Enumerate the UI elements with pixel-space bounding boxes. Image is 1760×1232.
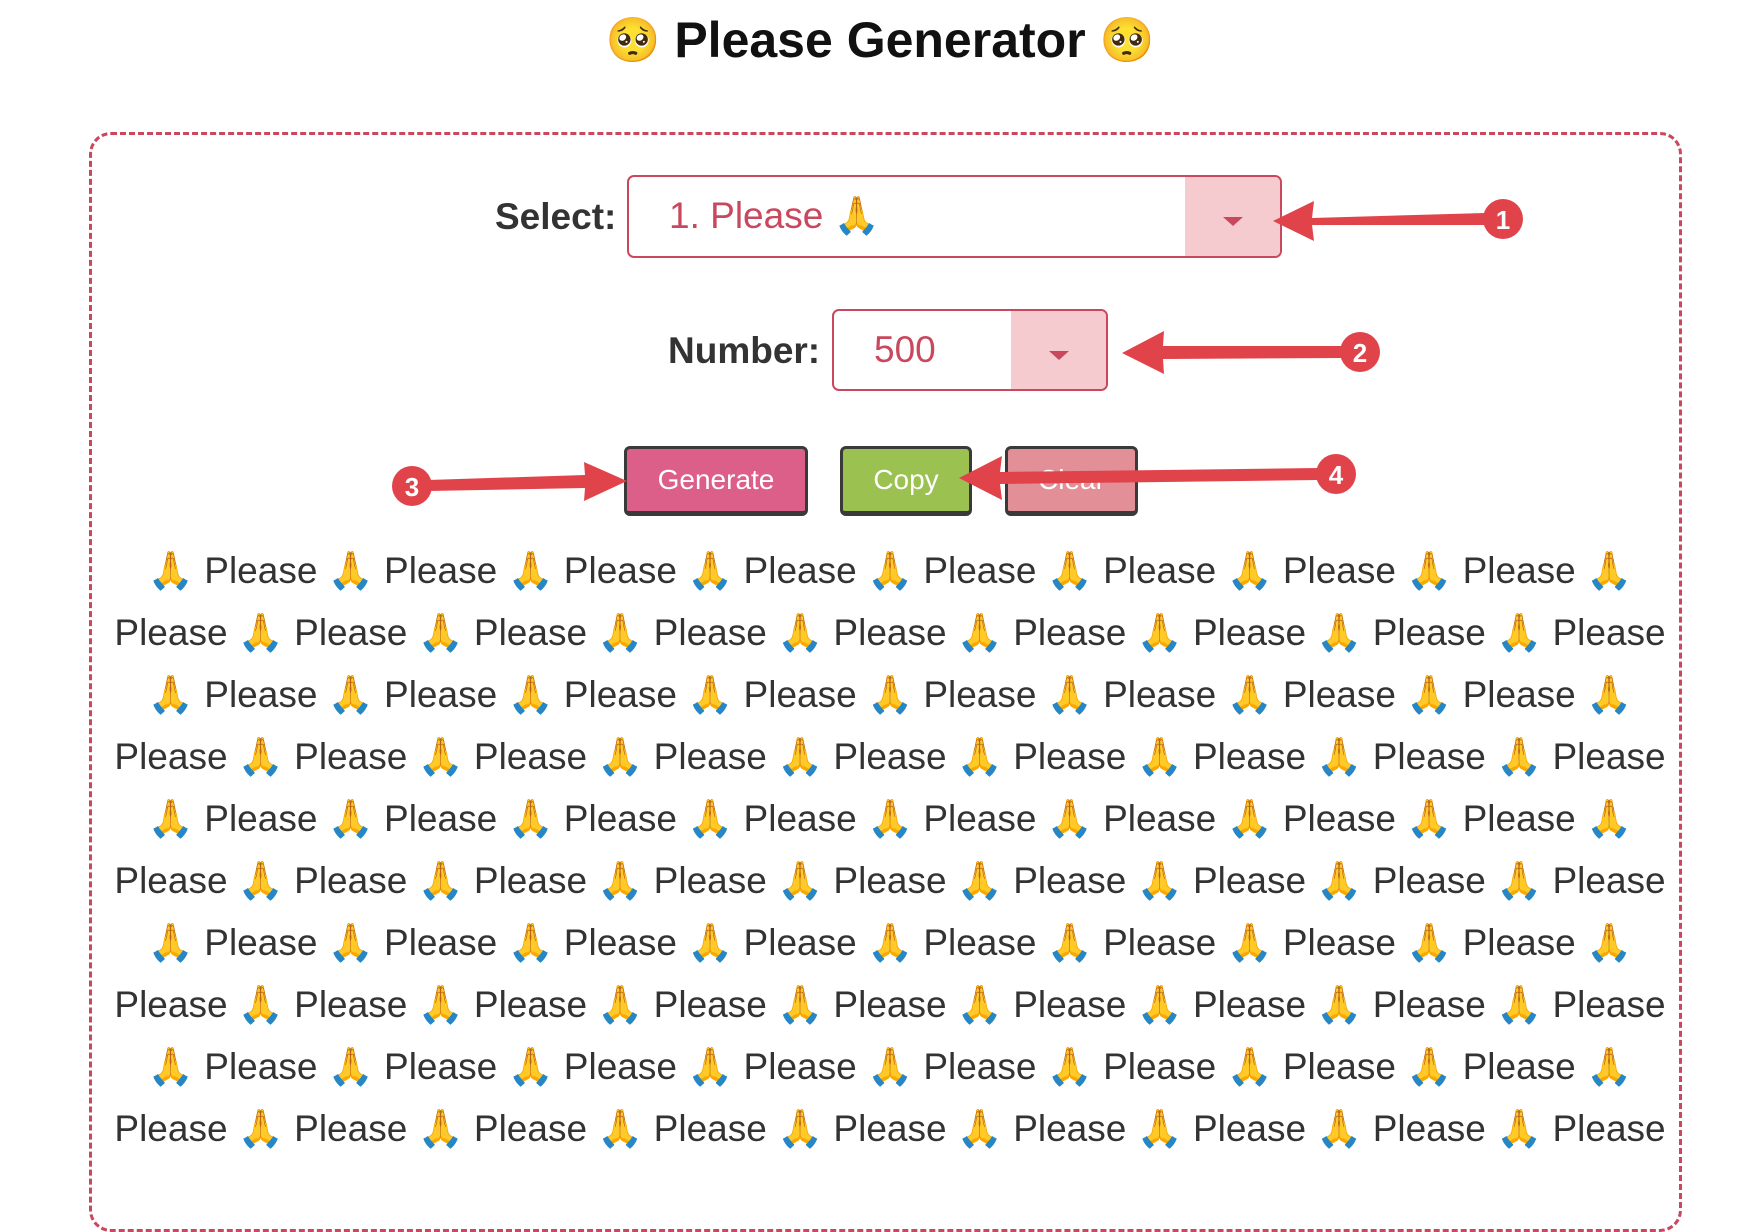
generated-output: 🙏 Please 🙏 Please 🙏 Please 🙏 Please 🙏 Pl…: [100, 540, 1680, 1160]
phrase-select-dropdown[interactable]: [1185, 177, 1280, 256]
select-label: Select:: [495, 196, 617, 237]
output-line: 🙏 Please 🙏 Please 🙏 Please 🙏 Please 🙏 Pl…: [147, 798, 1633, 839]
pleading-face-icon: 🥺: [1099, 16, 1155, 65]
generate-button[interactable]: Generate: [624, 446, 808, 516]
chevron-down-icon: [1048, 350, 1069, 360]
phrase-select-value: 1. Please 🙏: [669, 195, 880, 236]
clear-button[interactable]: Clear: [1005, 446, 1138, 516]
pleading-face-icon: 🥺: [605, 16, 661, 65]
phrase-select[interactable]: 1. Please 🙏: [627, 175, 1282, 258]
number-select-dropdown[interactable]: [1011, 311, 1106, 389]
output-line: 🙏 Please 🙏 Please 🙏 Please 🙏 Please 🙏 Pl…: [147, 922, 1633, 963]
number-select-value: 500: [874, 329, 936, 370]
output-line: Please 🙏 Please 🙏 Please 🙏 Please 🙏 Plea…: [114, 736, 1666, 777]
number-select[interactable]: 500: [832, 309, 1108, 391]
output-line: Please 🙏 Please 🙏 Please 🙏 Please 🙏 Plea…: [114, 984, 1666, 1025]
chevron-down-icon: [1222, 217, 1243, 226]
number-label: Number:: [668, 330, 821, 371]
output-line: Please 🙏 Please 🙏 Please 🙏 Please 🙏 Plea…: [114, 612, 1666, 653]
page-title: 🥺 Please Generator 🥺: [0, 10, 1760, 71]
output-line: 🙏 Please 🙏 Please 🙏 Please 🙏 Please 🙏 Pl…: [147, 674, 1633, 715]
output-line: 🙏 Please 🙏 Please 🙏 Please 🙏 Please 🙏 Pl…: [147, 550, 1633, 591]
output-line: Please 🙏 Please 🙏 Please 🙏 Please 🙏 Plea…: [114, 860, 1666, 901]
page-title-text: Please Generator: [674, 12, 1086, 68]
output-line: Please 🙏 Please 🙏 Please 🙏 Please 🙏 Plea…: [114, 1108, 1666, 1149]
output-line: 🙏 Please 🙏 Please 🙏 Please 🙏 Please 🙏 Pl…: [147, 1046, 1633, 1087]
copy-button[interactable]: Copy: [840, 446, 972, 516]
